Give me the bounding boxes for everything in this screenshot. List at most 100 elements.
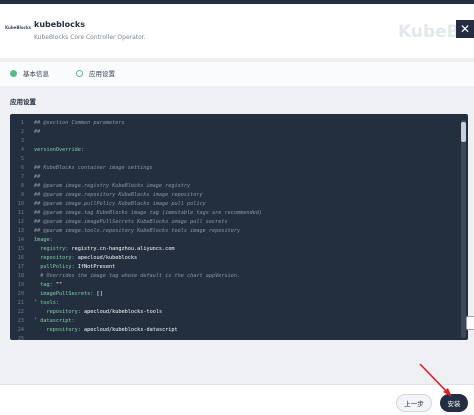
code-line[interactable]: 15 registry: registry.cn-hangzhou.aliyun… bbox=[10, 244, 462, 253]
code-line[interactable]: 14 ▾ image: bbox=[10, 235, 462, 244]
code-line[interactable]: 7 ## bbox=[10, 172, 462, 181]
line-number: 9 bbox=[20, 191, 24, 198]
code-key: registry: bbox=[34, 245, 72, 252]
code-line[interactable]: 18 # Overrides the image tag whose defau… bbox=[10, 271, 462, 280]
code-line[interactable]: 16 repository: apecloud/kubeblocks bbox=[10, 253, 462, 262]
line-number: 11 bbox=[17, 209, 24, 216]
line-number: 5 bbox=[20, 155, 24, 162]
previous-step-button[interactable]: 上一步 bbox=[396, 394, 432, 412]
step-label: 应用设置 bbox=[89, 70, 115, 78]
code-line[interactable]: 13 ## @param image.tools.repository KubeB… bbox=[10, 226, 462, 235]
close-button[interactable]: ✕ bbox=[456, 20, 474, 38]
line-number: 16 bbox=[17, 254, 24, 261]
code-line[interactable]: 2 ## bbox=[10, 127, 462, 136]
line-number: 15 bbox=[17, 245, 24, 252]
close-icon: ✕ bbox=[459, 22, 471, 36]
code-line[interactable]: 5 bbox=[10, 154, 462, 163]
line-number: 18 bbox=[17, 272, 24, 279]
code-content: registry: registry.cn-hangzhou.aliyuncs.… bbox=[34, 245, 174, 252]
code-line[interactable]: 17 pullPolicy: IfNotPresent bbox=[10, 262, 462, 271]
code-key: imagePullSecrets: bbox=[34, 290, 97, 297]
code-content: ## @section Common parameters bbox=[34, 120, 125, 126]
line-number: 3 bbox=[20, 137, 24, 144]
code-value: "" bbox=[55, 281, 63, 288]
code-content: datascript: bbox=[34, 317, 75, 324]
code-content: ## @param image.repository KubeBlocks im… bbox=[34, 192, 203, 198]
code-line[interactable]: 23 ▾ datascript: bbox=[10, 316, 462, 325]
line-number: 24 bbox=[17, 326, 24, 333]
code-content: imagePullSecrets: [] bbox=[34, 290, 103, 297]
code-value: apecloud/kubeblocks-datascript bbox=[83, 326, 178, 333]
code-key: versionOverride: bbox=[34, 146, 84, 153]
code-line[interactable]: 9 ## @param image.repository KubeBlocks i… bbox=[10, 190, 462, 199]
fold-toggle-icon[interactable]: ▾ bbox=[34, 298, 37, 304]
code-value: [] bbox=[96, 290, 103, 297]
code-key: repository: bbox=[34, 326, 84, 333]
code-content: repository: apecloud/kubeblocks-tools bbox=[34, 309, 162, 315]
code-key: tag: bbox=[34, 281, 56, 288]
yaml-code-editor[interactable]: 1 ## @section Common parameters 2 ## 3 4 versi… bbox=[10, 114, 468, 340]
step-label: 基本信息 bbox=[23, 70, 49, 78]
line-number: 12 bbox=[17, 218, 24, 225]
step-app-settings[interactable]: 应用设置 bbox=[76, 68, 115, 78]
code-comment: ## KubeBlocks container image settings bbox=[34, 164, 153, 171]
code-line[interactable]: 22 repository: apecloud/kubeblocks-tools bbox=[10, 307, 462, 316]
app-description: KubeBlocks Core Controller Operator. bbox=[34, 34, 146, 41]
code-value: apecloud/kubeblocks bbox=[77, 254, 138, 261]
side-panel-handle[interactable] bbox=[466, 316, 474, 330]
code-value: apecloud/kubeblocks-tools bbox=[83, 308, 163, 315]
line-number: 23 bbox=[17, 317, 24, 324]
code-line[interactable]: 1 ## @section Common parameters bbox=[10, 118, 462, 127]
code-line[interactable]: 3 bbox=[10, 136, 462, 145]
code-line[interactable]: 20 imagePullSecrets: [] bbox=[10, 289, 462, 298]
code-content: repository: apecloud/kubeblocks bbox=[34, 255, 137, 261]
code-content: repository: apecloud/kubeblocks-datascri… bbox=[34, 326, 178, 333]
line-number: 25 bbox=[17, 335, 24, 341]
fold-toggle-icon[interactable]: ▾ bbox=[34, 235, 37, 241]
line-number: 21 bbox=[17, 299, 24, 306]
step-basic-info[interactable]: 基本信息 bbox=[10, 68, 49, 78]
code-content: ## @param image.registry KubeBlocks imag… bbox=[34, 183, 190, 189]
code-value: IfNotPresent bbox=[77, 263, 116, 270]
line-number: 6 bbox=[20, 164, 24, 171]
code-content: ## bbox=[34, 129, 40, 135]
code-line[interactable]: 12 ## @param image.imagePullSecrets KubeB… bbox=[10, 217, 462, 226]
line-number: 7 bbox=[20, 173, 24, 180]
line-number: 2 bbox=[20, 128, 24, 135]
line-number: 8 bbox=[20, 182, 24, 189]
code-comment: ## @param image.tools.repository KubeBlo… bbox=[34, 227, 241, 234]
code-line[interactable]: 4 versionOverride: bbox=[10, 145, 462, 154]
line-number: 22 bbox=[17, 308, 24, 315]
line-number: 4 bbox=[20, 146, 24, 153]
app-title: kubeblocks bbox=[34, 20, 85, 29]
code-line[interactable]: 8 ## @param image.registry KubeBlocks ima… bbox=[10, 181, 462, 190]
code-line[interactable]: 24 repository: apecloud/kubeblocks-datas… bbox=[10, 325, 462, 334]
code-line[interactable]: 21 ▾ tools: bbox=[10, 298, 462, 307]
code-comment: ## @param image.pullPolicy KubeBlocks im… bbox=[34, 200, 206, 207]
section-title: 应用设置 bbox=[10, 98, 36, 106]
code-comment: ## @section Common parameters bbox=[34, 119, 125, 126]
code-line[interactable]: 6 ## KubeBlocks container image settings bbox=[10, 163, 462, 172]
app-header: KubeBlocks kubeblocks KubeBlocks Core Co… bbox=[0, 4, 474, 58]
code-comment: ## @param image.registry KubeBlocks imag… bbox=[34, 182, 191, 189]
code-comment: ## @param image.imagePullSecrets KubeBlo… bbox=[34, 218, 228, 225]
code-content: ## @param image.tag KubeBlocks image tag… bbox=[34, 210, 262, 216]
code-comment: ## @param image.repository KubeBlocks im… bbox=[34, 191, 203, 198]
code-content: versionOverride: bbox=[34, 147, 84, 153]
code-line[interactable]: 19 tag: "" bbox=[10, 280, 462, 289]
code-line[interactable]: 10 ## @param image.pullPolicy KubeBlocks … bbox=[10, 199, 462, 208]
code-content: tools: bbox=[34, 300, 59, 306]
code-line[interactable]: 25 bbox=[10, 334, 462, 341]
code-content: pullPolicy: IfNotPresent bbox=[34, 264, 115, 270]
code-comment: ## bbox=[34, 173, 41, 180]
code-key: datascript: bbox=[34, 317, 75, 324]
code-comment: ## @param image.tag KubeBlocks image tag… bbox=[34, 209, 262, 216]
line-number: 17 bbox=[17, 263, 24, 270]
code-line[interactable]: 11 ## @param image.tag KubeBlocks image t… bbox=[10, 208, 462, 217]
fold-toggle-icon[interactable]: ▾ bbox=[34, 316, 37, 322]
code-comment: ## bbox=[34, 128, 41, 135]
code-key: pullPolicy: bbox=[34, 263, 78, 270]
install-button[interactable]: 安装 bbox=[440, 394, 468, 412]
step-completed-dot-icon bbox=[10, 69, 17, 77]
code-key: tools: bbox=[34, 299, 59, 306]
